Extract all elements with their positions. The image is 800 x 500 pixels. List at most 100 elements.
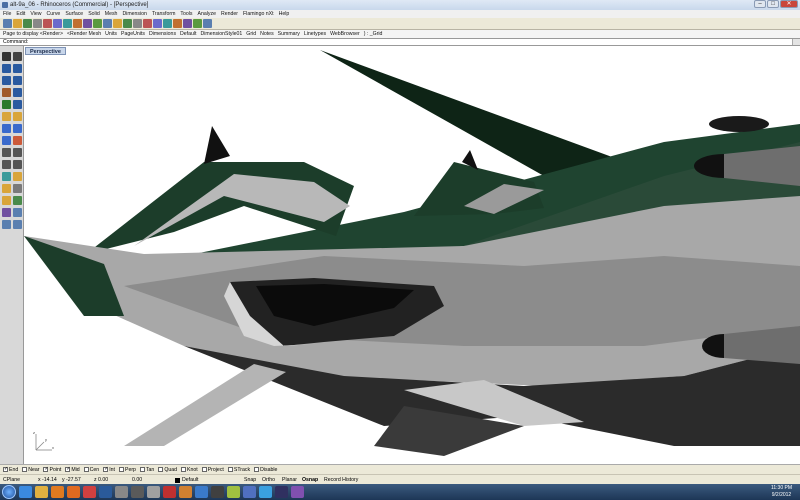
trim-icon[interactable] xyxy=(13,172,22,181)
explorer-icon[interactable] xyxy=(35,486,48,498)
layer-icon[interactable] xyxy=(163,19,172,28)
tab-notes[interactable]: Notes xyxy=(260,30,274,38)
osnap-checkbox[interactable]: ✓ xyxy=(103,467,108,472)
maximize-button[interactable]: □ xyxy=(767,0,779,8)
menu-view[interactable]: View xyxy=(30,10,41,18)
osnap-perp[interactable]: Perp xyxy=(118,465,136,475)
app-icon-4[interactable] xyxy=(179,486,192,498)
menu-dimension[interactable]: Dimension xyxy=(122,10,147,18)
menu-flamingo[interactable]: Flamingo nXt xyxy=(243,10,274,18)
app-icon-10[interactable] xyxy=(291,486,304,498)
dimension-icon[interactable] xyxy=(2,208,11,217)
render-icon[interactable] xyxy=(183,19,192,28)
osnap-mid[interactable]: ✓ Mid xyxy=(65,465,80,475)
osnap-checkbox[interactable] xyxy=(118,467,124,472)
firefox-icon[interactable] xyxy=(67,486,80,498)
system-clock[interactable]: 11:30 PM 9/2/2012 xyxy=(771,485,792,499)
osnap-knot[interactable]: Knot xyxy=(181,465,198,475)
osnap-end[interactable]: ✓ End xyxy=(3,465,18,475)
osnap-checkbox[interactable]: ✓ xyxy=(43,467,49,472)
rhino-task-icon[interactable] xyxy=(147,486,160,498)
osnap-checkbox[interactable] xyxy=(22,467,28,472)
osnap-strack[interactable]: STrack xyxy=(227,465,250,475)
grid-icon[interactable] xyxy=(153,19,162,28)
tab-dimensions[interactable]: Dimensions xyxy=(149,30,176,38)
photoshop-icon[interactable] xyxy=(99,486,112,498)
app-icon-2[interactable] xyxy=(131,486,144,498)
ie-icon[interactable] xyxy=(19,486,32,498)
cut-icon[interactable] xyxy=(43,19,52,28)
tab-grid[interactable]: Grid xyxy=(246,30,256,38)
menu-help[interactable]: Help xyxy=(279,10,290,18)
osnap-checkbox[interactable]: ✓ xyxy=(65,467,71,472)
osnap-checkbox[interactable] xyxy=(181,467,187,472)
menu-analyze[interactable]: Analyze xyxy=(198,10,216,18)
menu-mesh[interactable]: Mesh xyxy=(105,10,118,18)
media-player-icon[interactable] xyxy=(51,486,64,498)
new-file-icon[interactable] xyxy=(3,19,12,28)
hide-icon[interactable] xyxy=(13,208,22,217)
osnap-checkbox[interactable] xyxy=(139,467,145,472)
split-icon[interactable] xyxy=(2,184,11,193)
array-icon[interactable] xyxy=(2,172,11,181)
tab-units[interactable]: Units xyxy=(105,30,117,38)
minimize-button[interactable]: – xyxy=(754,0,766,8)
zoom-extents-icon[interactable] xyxy=(133,19,142,28)
ellipse-icon[interactable] xyxy=(2,88,11,97)
app-icon-9[interactable] xyxy=(275,486,288,498)
command-line[interactable]: Command: xyxy=(0,38,800,46)
save-icon[interactable] xyxy=(23,19,32,28)
zoom-window-icon[interactable] xyxy=(123,19,132,28)
point-icon[interactable] xyxy=(13,52,22,61)
osnap-near[interactable]: Near xyxy=(22,465,39,475)
menu-file[interactable]: File xyxy=(3,10,11,18)
osnap-quad[interactable]: Quad xyxy=(158,465,177,475)
rectangle-icon[interactable] xyxy=(13,88,22,97)
open-icon[interactable] xyxy=(13,19,22,28)
menu-solid[interactable]: Solid xyxy=(88,10,100,18)
osnap-checkbox[interactable] xyxy=(227,467,233,472)
osnap-int[interactable]: ✓ Int xyxy=(103,465,115,475)
command-scrollbar[interactable] xyxy=(792,39,800,45)
light-icon[interactable] xyxy=(203,19,212,28)
lock-icon[interactable] xyxy=(2,220,11,229)
sphere-solid-icon[interactable] xyxy=(13,124,22,133)
scale-icon[interactable] xyxy=(2,160,11,169)
freeform-icon[interactable] xyxy=(13,100,22,109)
group-icon[interactable] xyxy=(13,196,22,205)
copy-icon[interactable] xyxy=(53,19,62,28)
tab-webbrowser[interactable]: WebBrowser xyxy=(330,30,360,38)
skype-icon[interactable] xyxy=(259,486,272,498)
undo-icon[interactable] xyxy=(73,19,82,28)
print-icon[interactable] xyxy=(33,19,42,28)
tab-render-mesh[interactable]: <Render Mesh xyxy=(67,30,101,38)
osnap-tan[interactable]: Tan xyxy=(139,465,154,475)
curve-icon[interactable] xyxy=(13,64,22,73)
circle-icon[interactable] xyxy=(13,76,22,85)
pan-icon[interactable] xyxy=(93,19,102,28)
paste-icon[interactable] xyxy=(63,19,72,28)
app-icon-7[interactable] xyxy=(227,486,240,498)
explode-icon[interactable] xyxy=(2,196,11,205)
start-button[interactable] xyxy=(2,485,16,499)
menu-transform[interactable]: Transform xyxy=(152,10,175,18)
close-button[interactable]: ✕ xyxy=(780,0,798,8)
fillet-icon[interactable] xyxy=(2,112,11,121)
polygon-icon[interactable] xyxy=(2,100,11,109)
render-preview-icon[interactable] xyxy=(13,220,22,229)
rotate-view-icon[interactable] xyxy=(103,19,112,28)
join-icon[interactable] xyxy=(13,184,22,193)
arc-icon[interactable] xyxy=(2,76,11,85)
tab-summary[interactable]: Summary xyxy=(278,30,300,38)
perspective-viewport[interactable]: Perspective x z y xyxy=(24,46,800,464)
tab-page-display[interactable]: Page to display <Render> xyxy=(3,30,63,38)
osnap-checkbox[interactable] xyxy=(201,467,207,472)
menu-curve[interactable]: Curve xyxy=(46,10,60,18)
sphere-icon[interactable] xyxy=(193,19,202,28)
osnap-point[interactable]: ✓ Point xyxy=(43,465,61,475)
osnap-checkbox[interactable]: ✓ xyxy=(3,467,8,472)
app-icon-8[interactable] xyxy=(243,486,256,498)
app-icon-5[interactable] xyxy=(195,486,208,498)
menu-edit[interactable]: Edit xyxy=(16,10,25,18)
surface-icon[interactable] xyxy=(13,112,22,121)
